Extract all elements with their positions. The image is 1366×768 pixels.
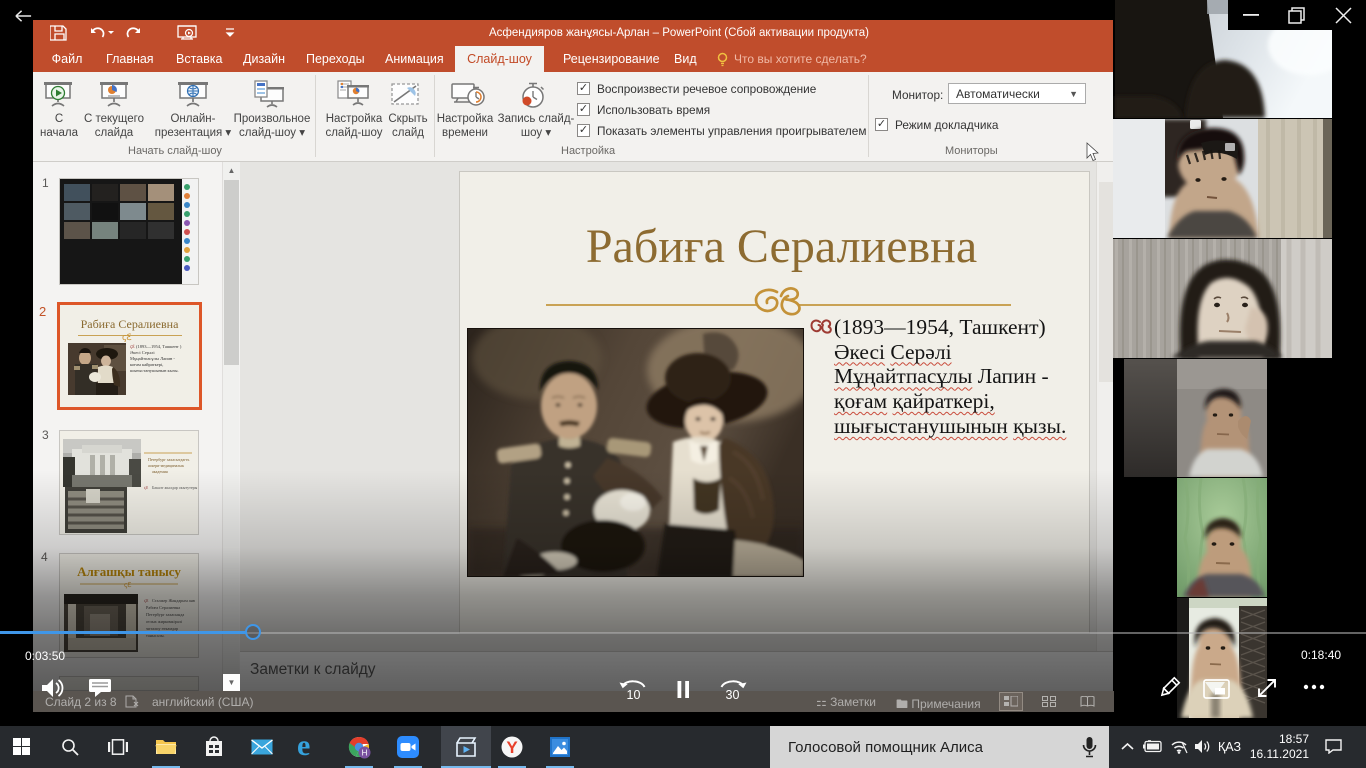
svg-text:Петербург хахасытдагть: Петербург хахасытдагть xyxy=(148,457,190,462)
svg-text:Y: Y xyxy=(506,738,518,757)
svg-text:аскери-медициналык: аскери-медициналык xyxy=(148,463,184,468)
svg-text:H: H xyxy=(362,749,368,758)
